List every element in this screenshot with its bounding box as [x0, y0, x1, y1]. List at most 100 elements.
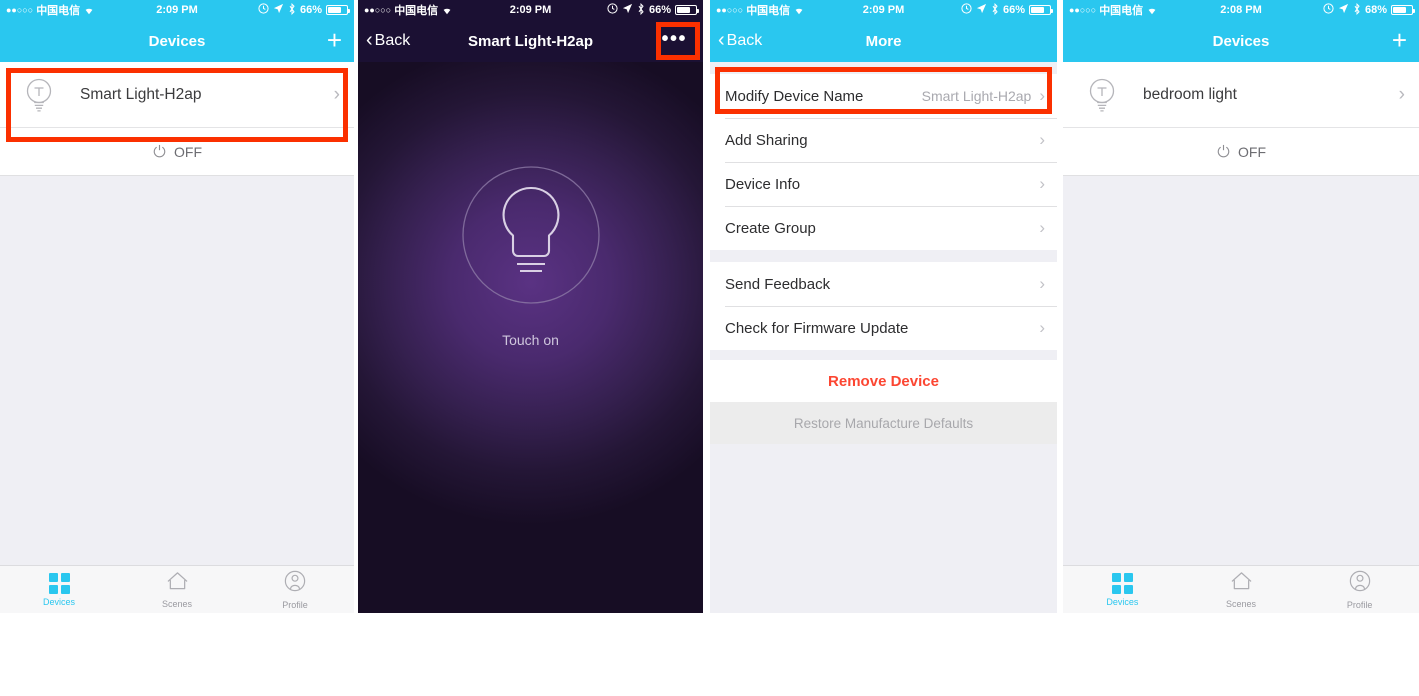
battery-icon — [1029, 5, 1053, 15]
menu-item-create-group[interactable]: Create Group › — [710, 206, 1057, 250]
screenshot-stage: ●●○○○ 中国电信 2:09 PM 66% Devices + Smart L… — [0, 0, 1419, 696]
signal-dots-icon: ●●○○○ — [1069, 4, 1097, 15]
device-power-toggle[interactable]: OFF — [0, 128, 354, 176]
plus-icon: + — [326, 24, 342, 55]
battery-percent-label: 66% — [299, 4, 322, 16]
location-arrow-icon — [273, 3, 284, 17]
tab-scenes[interactable]: Scenes — [1182, 570, 1301, 609]
remove-device-label: Remove Device — [828, 372, 939, 390]
menu-item-device-info[interactable]: Device Info › — [710, 162, 1057, 206]
back-label: Back — [374, 32, 411, 49]
battery-percent-label: 66% — [648, 4, 671, 16]
nav-bar: ‹ Back More — [710, 20, 1057, 62]
panel-devices-list: ●●○○○ 中国电信 2:09 PM 66% Devices + Smart L… — [0, 0, 354, 613]
wifi-icon — [1146, 5, 1158, 15]
wifi-icon — [441, 5, 453, 15]
tab-devices-label: Devices — [1106, 596, 1139, 607]
menu-item-add-sharing[interactable]: Add Sharing › — [710, 118, 1057, 162]
tab-devices[interactable]: Devices — [0, 572, 118, 607]
menu-label: Check for Firmware Update — [725, 319, 909, 337]
wifi-icon — [793, 5, 805, 15]
nav-bar: Devices + — [0, 20, 354, 62]
device-power-toggle[interactable]: OFF — [1063, 128, 1419, 176]
alarm-icon — [607, 3, 618, 17]
panel-more-menu: ●●○○○ 中国电信 2:09 PM 66% ‹ Back More Modif… — [710, 0, 1057, 613]
status-bar: ●●○○○ 中国电信 2:09 PM 66% — [710, 0, 1057, 20]
status-bar-right: 66% — [961, 2, 1053, 18]
battery-percent-label: 68% — [1364, 4, 1387, 16]
chevron-left-icon: ‹ — [366, 29, 373, 51]
carrier-label: 中国电信 — [746, 5, 791, 17]
menu-item-modify-device-name[interactable]: Modify Device Name Smart Light-H2ap › — [710, 74, 1057, 118]
tab-bar: Devices Scenes Profile — [1063, 565, 1419, 613]
device-card: Smart Light-H2ap › OFF — [0, 62, 354, 176]
device-row[interactable]: Smart Light-H2ap › — [0, 62, 354, 128]
tab-profile-label: Profile — [1346, 599, 1373, 610]
location-arrow-icon — [976, 3, 987, 17]
menu-value: Smart Light-H2ap — [921, 88, 1032, 104]
power-state-label: OFF — [174, 143, 202, 160]
light-bulb-outline-icon — [461, 165, 601, 310]
panel-devices-list-renamed: ●●○○○ 中国电信 2:08 PM 68% Devices + bedroom… — [1063, 0, 1419, 613]
section-gap — [710, 62, 1057, 74]
tab-devices[interactable]: Devices — [1063, 572, 1182, 607]
home-icon — [1230, 570, 1253, 596]
tab-profile[interactable]: Profile — [1300, 570, 1419, 610]
signal-dots-icon: ●●○○○ — [716, 4, 744, 15]
tab-devices-label: Devices — [42, 596, 75, 607]
chevron-right-icon: › — [1039, 130, 1045, 149]
back-button[interactable]: ‹ Back — [358, 29, 411, 51]
menu-item-send-feedback[interactable]: Send Feedback › — [710, 262, 1057, 306]
bluetooth-icon — [288, 2, 296, 18]
device-row[interactable]: bedroom light › — [1063, 62, 1419, 128]
nav-bar: Devices + — [1063, 20, 1419, 62]
menu-label: Create Group — [725, 219, 816, 237]
bluetooth-icon — [637, 2, 645, 18]
home-icon — [166, 570, 189, 596]
page-title: Devices — [148, 32, 206, 50]
restore-defaults-label: Restore Manufacture Defaults — [793, 415, 974, 431]
wifi-icon — [83, 5, 95, 15]
light-bulb-icon — [22, 75, 56, 115]
location-arrow-icon — [1338, 3, 1349, 17]
grid-icon — [48, 572, 70, 594]
devices-list-body: Smart Light-H2ap › OFF — [0, 62, 354, 613]
section-gap — [710, 350, 1057, 360]
remove-device-button[interactable]: Remove Device — [710, 360, 1057, 402]
more-options-button[interactable]: ••• — [657, 28, 703, 55]
menu-label: Send Feedback — [725, 275, 831, 293]
back-label: Back — [726, 32, 763, 49]
alarm-icon — [1323, 3, 1334, 17]
power-icon — [152, 144, 167, 159]
carrier-label: 中国电信 — [1099, 5, 1144, 17]
chevron-right-icon: › — [1039, 318, 1045, 337]
add-device-button[interactable]: + — [1391, 24, 1419, 55]
status-bar: ●●○○○ 中国电信 2:09 PM 66% — [0, 0, 354, 20]
person-icon — [284, 570, 306, 597]
menu-label: Device Info — [725, 175, 801, 193]
battery-icon — [326, 5, 350, 15]
menu-item-check-firmware-update[interactable]: Check for Firmware Update › — [710, 306, 1057, 350]
devices-list-body: bedroom light › OFF — [1063, 62, 1419, 613]
light-bulb-icon — [1085, 75, 1119, 115]
device-name-label: Smart Light-H2ap — [80, 85, 202, 103]
tab-profile-label: Profile — [282, 599, 308, 610]
status-bar-left: ●●○○○ 中国电信 — [364, 2, 453, 18]
chevron-right-icon: › — [1039, 274, 1045, 293]
back-button[interactable]: ‹ Back — [710, 30, 763, 50]
menu-label: Modify Device Name — [725, 87, 864, 105]
section-gap — [710, 250, 1057, 262]
status-bar: ●●○○○ 中国电信 2:08 PM 68% — [1063, 0, 1419, 20]
ellipsis-icon: ••• — [661, 27, 687, 50]
battery-icon — [1391, 5, 1415, 15]
plus-icon: + — [1391, 24, 1407, 55]
tab-profile[interactable]: Profile — [236, 570, 354, 610]
status-bar-left: ●●○○○ 中国电信 — [1069, 2, 1158, 18]
more-menu-body: Modify Device Name Smart Light-H2ap › Ad… — [710, 62, 1057, 613]
bulb-control[interactable]: Touch on — [461, 165, 601, 348]
grid-icon — [1111, 572, 1133, 594]
tab-scenes[interactable]: Scenes — [118, 570, 236, 609]
add-device-button[interactable]: + — [326, 24, 354, 55]
power-icon — [1216, 144, 1231, 159]
device-detail-body: Touch on — [358, 62, 703, 613]
